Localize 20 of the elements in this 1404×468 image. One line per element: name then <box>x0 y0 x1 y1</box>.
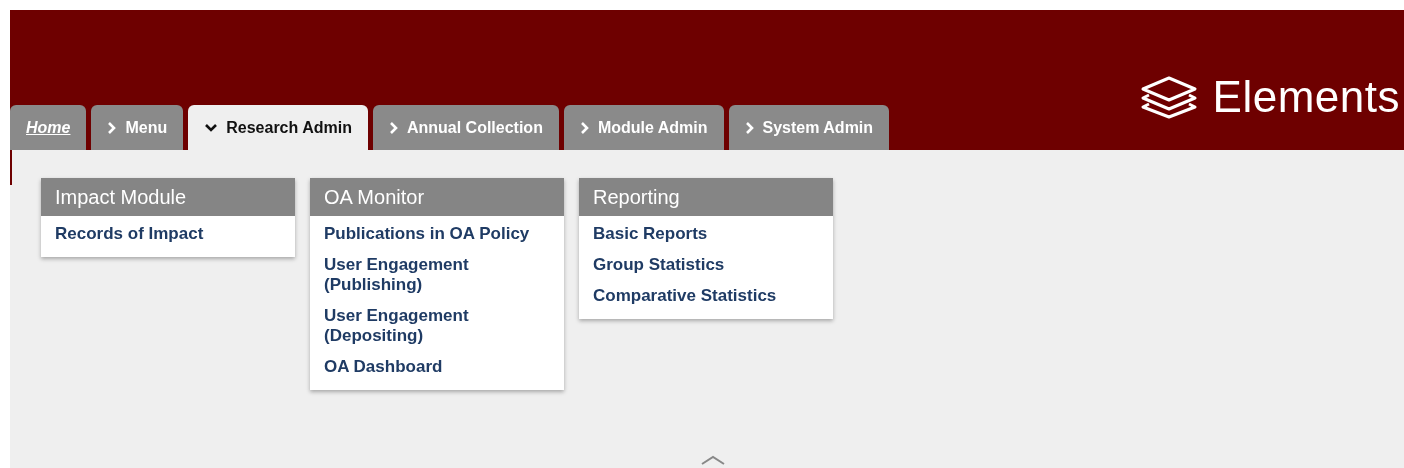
menu-link[interactable]: Comparative Statistics <box>579 278 833 309</box>
chevron-right-icon <box>579 120 590 135</box>
chevron-right-icon <box>744 120 755 135</box>
menu-card-title: Impact Module <box>41 178 295 216</box>
menu-link[interactable]: Group Statistics <box>579 247 833 278</box>
menu-link[interactable]: Basic Reports <box>579 216 833 247</box>
nav-tab[interactable]: Research Admin <box>188 105 368 150</box>
menu-card-title: Reporting <box>579 178 833 216</box>
brand-name: Elements <box>1212 72 1400 122</box>
menu-link[interactable]: Publications in OA Policy <box>310 216 564 247</box>
menu-link[interactable]: Records of Impact <box>41 216 295 247</box>
chevron-down-icon <box>204 122 219 133</box>
collapse-icon[interactable] <box>700 454 726 466</box>
menu-link[interactable]: OA Dashboard <box>310 349 564 380</box>
logo-icon <box>1138 75 1199 119</box>
chevron-right-icon <box>107 120 118 135</box>
menu-card-title: OA Monitor <box>310 178 564 216</box>
chevron-right-icon <box>388 120 399 135</box>
menu-link[interactable]: User Engagement (Publishing) <box>310 247 564 298</box>
menu-link[interactable]: User Engagement (Depositing) <box>310 298 564 349</box>
